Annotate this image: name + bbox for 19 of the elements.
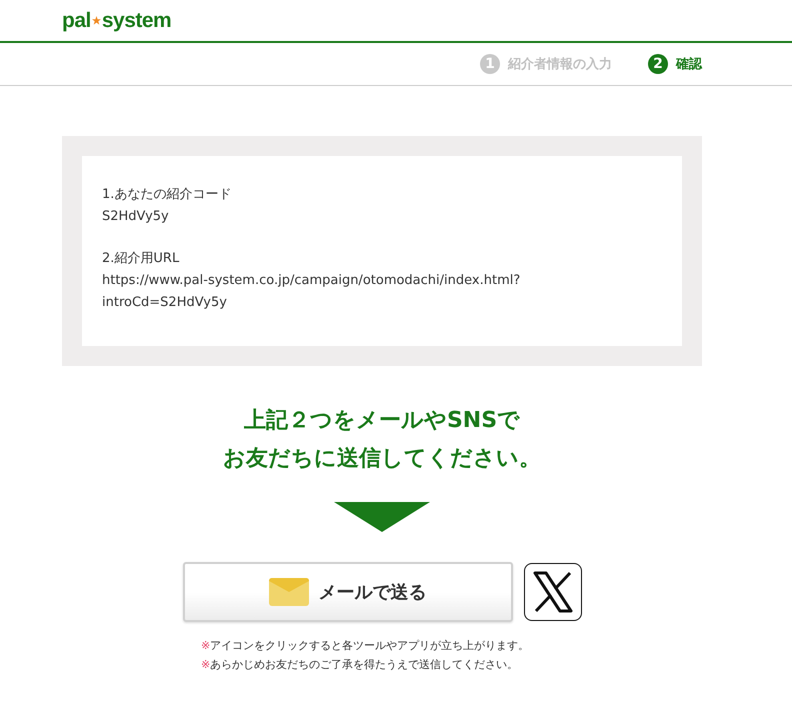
x-share-button[interactable] (524, 563, 582, 621)
step-number: 2 (648, 54, 668, 74)
mail-button[interactable]: メールで送る (182, 562, 512, 622)
section-heading: 2.紹介用URL (102, 250, 180, 268)
note-text: ※アイコンをクリックすると各ツールやアプリが立ち上がります。 (201, 638, 530, 654)
note-text: ※あらかじめお友だちのご了承を得たうえで送信してください。 (201, 657, 520, 673)
section-value: S2HdVy5y (102, 208, 170, 226)
x-logo-icon (530, 570, 574, 614)
instruction-text: 上記２つをメールやSNSで (244, 407, 520, 435)
instruction-text: お友だちに送信してください。 (223, 445, 541, 473)
logo[interactable]: pal system (62, 8, 172, 32)
step-label: 紹介者情報の入力 (508, 56, 612, 73)
down-triangle-icon (334, 502, 430, 532)
section-value: introCd=S2HdVy5y (102, 294, 228, 312)
step-label: 確認 (676, 56, 702, 73)
section-value: https://www.pal-system.co.jp/campaign/otomodachi/index.html? (102, 272, 522, 290)
star-icon (92, 16, 101, 25)
section-heading: 1.あなたの紹介コード (102, 186, 232, 204)
envelope-icon (268, 578, 308, 606)
